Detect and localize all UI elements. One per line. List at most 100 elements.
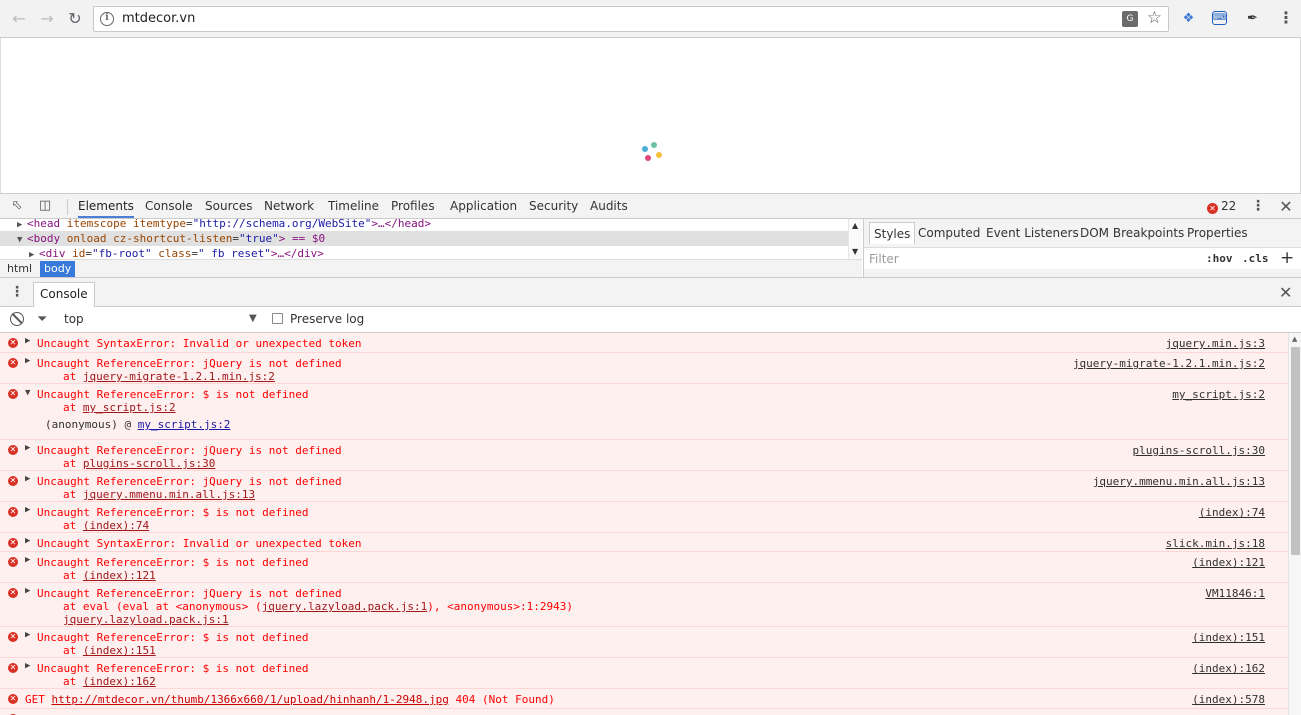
scroll-up-icon[interactable]: ▲ xyxy=(1292,335,1297,343)
expand-arrow-icon[interactable]: ▶ xyxy=(25,336,30,346)
translate-icon[interactable]: G xyxy=(1122,11,1138,27)
back-button[interactable]: ← xyxy=(9,9,29,29)
scroll-down-icon[interactable]: ▼ xyxy=(852,247,858,256)
source-link[interactable]: jquery-migrate-1.2.1.min.js:2 xyxy=(1073,357,1265,370)
expand-arrow-icon[interactable]: ▶ xyxy=(25,505,30,515)
forward-button[interactable]: → xyxy=(37,9,57,29)
expand-arrow-icon[interactable]: ▶ xyxy=(25,586,30,596)
url-text[interactable]: mtdecor.vn xyxy=(122,11,195,26)
source-link[interactable]: my_script.js:2 xyxy=(1172,388,1265,401)
stack-link[interactable]: jquery.mmenu.min.all.js:13 xyxy=(83,488,255,501)
error-counter[interactable]: ✕ 22 xyxy=(1207,199,1236,214)
chevron-down-icon[interactable]: ▼ xyxy=(249,313,257,324)
source-link[interactable]: (index):578 xyxy=(1192,693,1265,706)
extension-puzzle-icon[interactable]: ❖ xyxy=(1180,10,1197,27)
close-drawer-icon[interactable]: ✕ xyxy=(1279,283,1292,302)
eyedropper-icon[interactable]: ✒ xyxy=(1244,10,1261,27)
inspect-element-icon[interactable]: ⬁ xyxy=(9,198,25,214)
source-link[interactable]: VM11846:1 xyxy=(1205,587,1265,600)
expand-arrow-icon[interactable]: ▶ xyxy=(25,555,30,565)
source-link[interactable]: plugins-scroll.js:30 xyxy=(1133,444,1265,457)
devtools-menu-icon[interactable]: ⋮ xyxy=(1251,198,1265,214)
styles-filter-input[interactable]: Filter xyxy=(869,252,899,266)
source-link[interactable]: (index):162 xyxy=(1192,662,1265,675)
dom-node-fb-root[interactable]: ▶ <div id="fb-root" class=" fb_reset">…</… xyxy=(0,246,848,259)
source-link[interactable]: (index):74 xyxy=(1199,506,1265,519)
console-message[interactable]: ✕ ▶ Uncaught ReferenceError: $ is not de… xyxy=(0,552,1288,583)
source-link[interactable]: (index):151 xyxy=(1192,631,1265,644)
source-link[interactable]: (index):121 xyxy=(1192,556,1265,569)
tab-audits[interactable]: Audits xyxy=(590,194,628,218)
console-message[interactable]: ✕ ▶ Uncaught SyntaxError: Invalid or une… xyxy=(0,533,1288,552)
address-bar[interactable]: i mtdecor.vn G ☆ xyxy=(93,6,1169,32)
expand-arrow-icon[interactable]: ▶ xyxy=(25,536,30,546)
add-rule-button[interactable]: + xyxy=(1280,248,1294,268)
stack-link[interactable]: (index):121 xyxy=(83,569,156,582)
tab-profiles[interactable]: Profiles xyxy=(391,194,435,218)
source-link[interactable]: jquery.mmenu.min.all.js:13 xyxy=(1093,475,1265,488)
console-message[interactable]: ✕ ▶ Uncaught ReferenceError: $ is not de… xyxy=(0,658,1288,689)
expand-arrow-icon[interactable]: ▶ xyxy=(25,661,30,671)
tab-console[interactable]: Console xyxy=(145,194,193,218)
tab-network[interactable]: Network xyxy=(264,194,314,218)
tab-application[interactable]: Application xyxy=(450,194,517,218)
tab-styles[interactable]: Styles xyxy=(869,222,916,244)
tab-properties[interactable]: Properties xyxy=(1183,222,1252,244)
console-message[interactable]: ✕ GET http://mtdecor.vn/thumb/1366x660/1… xyxy=(0,689,1288,709)
tab-dom-breakpoints[interactable]: DOM Breakpoints xyxy=(1076,222,1188,244)
tab-computed[interactable]: Computed xyxy=(914,222,984,244)
breadcrumb-body[interactable]: body xyxy=(40,261,76,277)
stack-link[interactable]: (index):151 xyxy=(83,644,156,657)
console-message[interactable]: ✕ ▶ Uncaught ReferenceError: $ is not de… xyxy=(0,502,1288,533)
expand-arrow-icon[interactable]: ▶ xyxy=(25,630,30,640)
filter-icon[interactable]: ⏷ xyxy=(37,312,47,327)
stack-link[interactable]: (index):74 xyxy=(83,519,149,532)
checkbox-icon[interactable] xyxy=(272,313,283,324)
scroll-up-icon[interactable]: ▲ xyxy=(852,221,858,230)
console-scrollbar[interactable]: ▲ xyxy=(1288,333,1301,715)
stack-link[interactable]: jquery.lazyload.pack.js:1 xyxy=(63,613,229,626)
star-icon[interactable]: ☆ xyxy=(1147,8,1162,28)
console-message[interactable]: ✕ ▶ Uncaught ReferenceError: jQuery is n… xyxy=(0,471,1288,502)
expand-arrow-icon[interactable]: ▶ xyxy=(25,443,30,453)
console-message[interactable]: ✕ ▶ Uncaught ReferenceError: jQuery is n… xyxy=(0,583,1288,627)
expand-arrow-icon[interactable]: ▶ xyxy=(25,474,30,484)
cls-toggle[interactable]: .cls xyxy=(1242,252,1269,265)
info-icon[interactable]: i xyxy=(100,12,114,26)
tab-sources[interactable]: Sources xyxy=(205,194,252,218)
expand-arrow-icon[interactable]: ▶ xyxy=(25,356,30,366)
tab-elements[interactable]: Elements xyxy=(78,194,134,218)
collapse-arrow-icon[interactable]: ▼ xyxy=(25,388,30,398)
stack-link[interactable]: my_script.js:2 xyxy=(83,401,176,414)
close-devtools-icon[interactable]: ✕ xyxy=(1279,197,1293,216)
drawer-menu-icon[interactable]: ⋮ xyxy=(10,284,24,300)
tab-security[interactable]: Security xyxy=(529,194,578,218)
scrollbar-thumb[interactable] xyxy=(1291,347,1300,555)
stack-link[interactable]: my_script.js:2 xyxy=(138,418,231,431)
console-message-partial[interactable]: ✕ xyxy=(0,709,1288,715)
console-message[interactable]: ✕ ▶ Uncaught ReferenceError: jQuery is n… xyxy=(0,440,1288,471)
stack-link[interactable]: jquery-migrate-1.2.1.min.js:2 xyxy=(83,370,275,383)
drawer-tab-console[interactable]: Console xyxy=(33,282,95,307)
dom-node-head[interactable]: ▶ <head itemscope itemtype="http://schema… xyxy=(0,219,848,231)
reload-button[interactable]: ↻ xyxy=(65,9,85,29)
tab-event-listeners[interactable]: Event Listeners xyxy=(982,222,1083,244)
console-message[interactable]: ✕ ▶ Uncaught ReferenceError: jQuery is n… xyxy=(0,353,1288,384)
breadcrumb-html[interactable]: html xyxy=(3,261,36,277)
stack-link[interactable]: plugins-scroll.js:30 xyxy=(83,457,215,470)
request-url-link[interactable]: http://mtdecor.vn/thumb/1366x660/1/uploa… xyxy=(52,693,449,706)
source-link[interactable]: jquery.min.js:3 xyxy=(1166,337,1265,350)
console-message[interactable]: ✕ ▶ Uncaught SyntaxError: Invalid or une… xyxy=(0,333,1288,353)
preserve-log-checkbox[interactable]: Preserve log xyxy=(272,312,364,326)
elements-scrollbar[interactable]: ▲ ▼ xyxy=(848,219,862,259)
device-toolbar-icon[interactable]: ◫ xyxy=(37,198,53,214)
console-message[interactable]: ✕ ▼ Uncaught ReferenceError: $ is not de… xyxy=(0,384,1288,440)
stack-link[interactable]: jquery.lazyload.pack.js:1 xyxy=(262,600,428,613)
console-message[interactable]: ✕ ▶ Uncaught ReferenceError: $ is not de… xyxy=(0,627,1288,658)
stack-link[interactable]: (index):162 xyxy=(83,675,156,688)
extension-tab-icon[interactable]: ⌨ xyxy=(1212,11,1227,25)
browser-menu-icon[interactable]: ⋮ xyxy=(1278,8,1294,28)
dom-node-body[interactable]: ▼ <body onload cz-shortcut-listen="true">… xyxy=(0,231,848,246)
expand-arrow-icon[interactable]: ▶ xyxy=(29,248,39,259)
tab-timeline[interactable]: Timeline xyxy=(328,194,379,218)
